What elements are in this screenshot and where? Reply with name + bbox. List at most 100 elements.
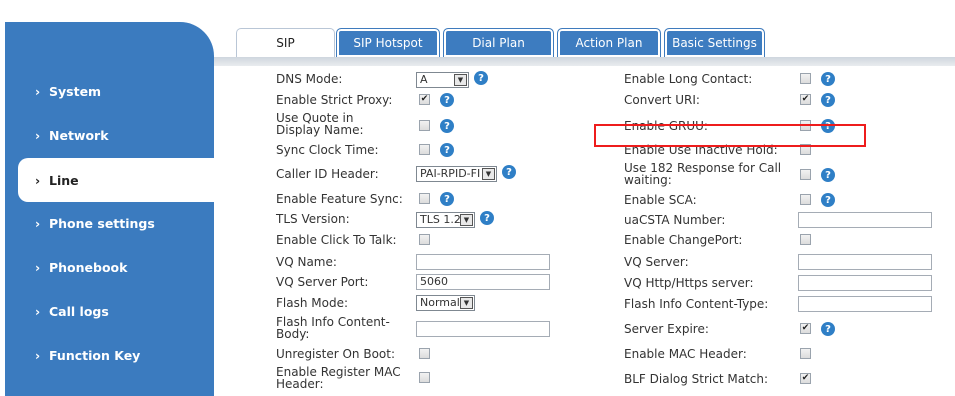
help-icon[interactable]: ?: [821, 322, 835, 336]
tab-basic-settings[interactable]: Basic Settings: [664, 28, 765, 57]
help-icon[interactable]: ?: [480, 211, 494, 225]
response-182-checkbox[interactable]: [800, 169, 811, 180]
caller-id-select[interactable]: PAI-RPID-FI ▼: [416, 166, 497, 182]
help-icon[interactable]: ?: [440, 143, 454, 157]
tab-action-plan[interactable]: Action Plan: [557, 28, 661, 57]
flash-body-label: Flash Info Content-Body:: [276, 315, 390, 341]
vq-server-label: VQ Server:: [624, 255, 689, 269]
click-to-talk-label: Enable Click To Talk:: [276, 233, 397, 247]
vq-name-label: VQ Name:: [276, 255, 337, 269]
sca-checkbox[interactable]: [800, 194, 811, 205]
blf-match-checkbox[interactable]: ✔: [800, 373, 811, 384]
mac-header-checkbox[interactable]: [800, 348, 811, 359]
tab-underline: [214, 57, 955, 66]
chevron-right-icon: ›: [35, 172, 41, 188]
help-icon[interactable]: ?: [821, 93, 835, 107]
click-to-talk-checkbox[interactable]: [419, 234, 430, 245]
server-expire-label: Server Expire:: [624, 322, 709, 336]
tls-version-select[interactable]: TLS 1.2 ▼: [416, 212, 475, 228]
flash-mode-value: Normal: [420, 296, 460, 309]
sidebar-item-label: Function Key: [49, 347, 141, 363]
dropdown-arrow-icon: ▼: [460, 214, 473, 226]
sidebar: › System › Network › Line › Phone settin…: [0, 0, 214, 396]
sidebar-item-phone-settings[interactable]: › Phone settings: [5, 201, 214, 245]
chevron-right-icon: ›: [35, 215, 41, 231]
blf-match-label: BLF Dialog Strict Match:: [624, 372, 769, 386]
server-expire-checkbox[interactable]: ✔: [800, 323, 811, 334]
flash-type-label: Flash Info Content-Type:: [624, 297, 769, 311]
sidebar-item-label: Call logs: [49, 303, 109, 319]
vq-http-input[interactable]: [798, 275, 932, 291]
convert-uri-label: Convert URI:: [624, 93, 700, 107]
feature-sync-checkbox[interactable]: [419, 193, 430, 204]
dropdown-arrow-icon: ▼: [460, 297, 473, 309]
sca-label: Enable SCA:: [624, 193, 697, 207]
sidebar-item-function-key[interactable]: › Function Key: [5, 333, 214, 377]
help-icon[interactable]: ?: [474, 71, 488, 85]
sidebar-item-call-logs[interactable]: › Call logs: [5, 289, 214, 333]
sidebar-item-label: Phonebook: [49, 259, 128, 275]
feature-sync-label: Enable Feature Sync:: [276, 192, 403, 206]
sidebar-item-system[interactable]: › System: [5, 69, 214, 113]
help-icon[interactable]: ?: [821, 72, 835, 86]
help-icon[interactable]: ?: [502, 165, 516, 179]
sidebar-item-label: Network: [49, 127, 109, 143]
register-mac-checkbox[interactable]: [419, 372, 430, 383]
dropdown-arrow-icon: ▼: [454, 74, 467, 86]
help-icon[interactable]: ?: [821, 193, 835, 207]
dns-mode-select[interactable]: A ▼: [416, 72, 469, 88]
sync-clock-label: Sync Clock Time:: [276, 143, 379, 157]
help-icon[interactable]: ?: [821, 168, 835, 182]
sync-clock-checkbox[interactable]: [419, 144, 430, 155]
unregister-boot-label: Unregister On Boot:: [276, 347, 396, 361]
quote-display-label: Use Quote in Display Name:: [276, 111, 364, 137]
response-182-label: Use 182 Response for Call waiting:: [624, 161, 782, 187]
long-contact-label: Enable Long Contact:: [624, 72, 753, 86]
change-port-checkbox[interactable]: [800, 234, 811, 245]
sidebar-item-label: Line: [49, 172, 79, 188]
strict-proxy-checkbox[interactable]: ✔: [419, 94, 430, 105]
flash-mode-label: Flash Mode:: [276, 296, 348, 310]
tab-sip[interactable]: SIP: [236, 28, 335, 57]
vq-server-input[interactable]: [798, 254, 932, 270]
chevron-right-icon: ›: [35, 127, 41, 143]
change-port-label: Enable ChangePort:: [624, 233, 743, 247]
tab-bar: SIP SIP Hotspot Dial Plan Action Plan Ba…: [214, 22, 955, 62]
flash-mode-select[interactable]: Normal ▼: [416, 295, 475, 311]
sca-highlight-box: [594, 124, 866, 147]
sip-settings-form: DNS Mode: A ▼ ? Enable Strict Proxy: ✔ ?…: [214, 66, 955, 396]
mac-header-label: Enable MAC Header:: [624, 347, 747, 361]
strict-proxy-label: Enable Strict Proxy:: [276, 93, 393, 107]
chevron-right-icon: ›: [35, 347, 41, 363]
quote-display-checkbox[interactable]: [419, 120, 430, 131]
vq-name-input[interactable]: [416, 254, 550, 270]
dropdown-arrow-icon: ▼: [482, 168, 495, 180]
sidebar-item-label: Phone settings: [49, 215, 155, 231]
tls-version-value: TLS 1.2: [420, 213, 461, 226]
dns-mode-label: DNS Mode:: [276, 72, 343, 86]
tab-dial-plan[interactable]: Dial Plan: [443, 28, 554, 57]
tab-sip-hotspot[interactable]: SIP Hotspot: [336, 28, 440, 57]
sidebar-item-phonebook[interactable]: › Phonebook: [5, 245, 214, 289]
sidebar-item-network[interactable]: › Network: [5, 113, 214, 157]
vq-port-input[interactable]: 5060: [416, 274, 550, 290]
caller-id-value: PAI-RPID-FI: [420, 167, 481, 180]
help-icon[interactable]: ?: [440, 93, 454, 107]
unregister-boot-checkbox[interactable]: [419, 348, 430, 359]
vq-http-label: VQ Http/Https server:: [624, 276, 754, 290]
vq-port-label: VQ Server Port:: [276, 275, 369, 289]
help-icon[interactable]: ?: [440, 192, 454, 206]
flash-body-input[interactable]: [416, 321, 550, 337]
dns-mode-value: A: [420, 73, 428, 86]
chevron-right-icon: ›: [35, 303, 41, 319]
sidebar-item-line[interactable]: › Line: [18, 158, 214, 202]
chevron-right-icon: ›: [35, 259, 41, 275]
uacsta-input[interactable]: [798, 212, 932, 228]
convert-uri-checkbox[interactable]: ✔: [800, 94, 811, 105]
help-icon[interactable]: ?: [440, 119, 454, 133]
caller-id-label: Caller ID Header:: [276, 167, 379, 181]
long-contact-checkbox[interactable]: [800, 73, 811, 84]
uacsta-label: uaCSTA Number:: [624, 213, 726, 227]
sidebar-item-label: System: [49, 83, 102, 99]
flash-type-input[interactable]: [798, 296, 932, 312]
